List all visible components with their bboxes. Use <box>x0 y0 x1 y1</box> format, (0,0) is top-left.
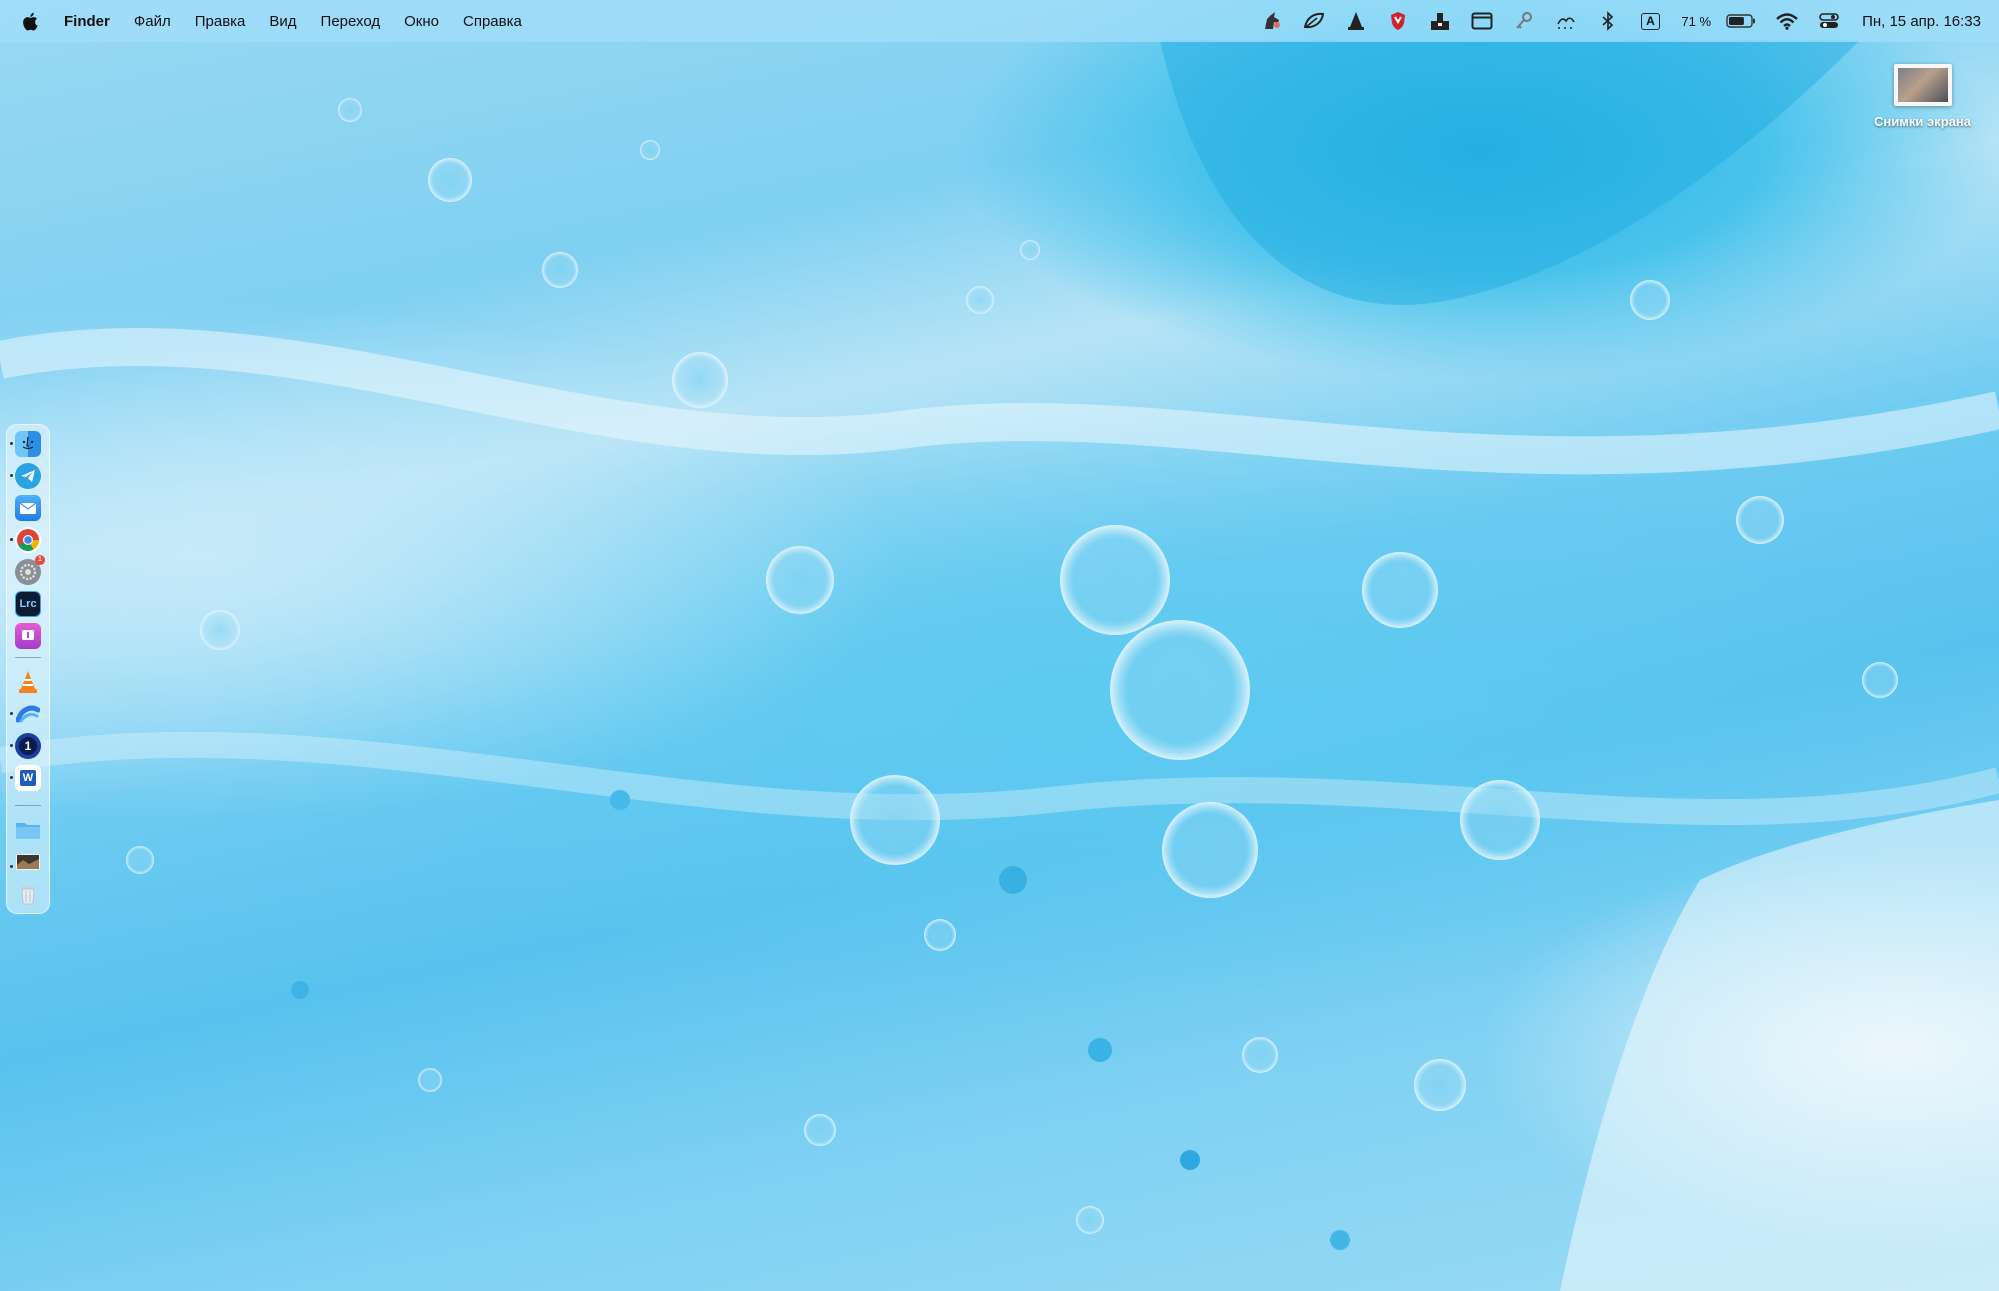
menu-clock[interactable]: Пн, 15 апр. 16:33 <box>1862 13 1981 30</box>
dock-speeko-icon[interactable] <box>15 623 41 649</box>
dock-photos-stack-icon[interactable] <box>15 849 41 875</box>
leaf-icon[interactable] <box>1302 9 1326 33</box>
dock-vlc-icon[interactable] <box>15 669 41 695</box>
input-source-label: A <box>1641 12 1660 30</box>
menu-view[interactable]: Вид <box>269 13 296 30</box>
battery-icon[interactable] <box>1725 9 1757 33</box>
dock-downloads-folder-icon[interactable] <box>15 817 41 843</box>
menu-app-name[interactable]: Finder <box>64 13 110 30</box>
dock: 1 Lrc 1 W <box>6 424 50 914</box>
dock-divider <box>15 805 41 806</box>
menu-left: Finder Файл Правка Вид Переход Окно Спра… <box>0 0 546 42</box>
shield-icon[interactable] <box>1386 9 1410 33</box>
dock-mail-icon[interactable] <box>15 495 41 521</box>
menu-file[interactable]: Файл <box>134 13 171 30</box>
dock-arc-icon[interactable] <box>15 701 41 727</box>
running-indicator <box>10 474 13 477</box>
desktop[interactable]: Finder Файл Правка Вид Переход Окно Спра… <box>0 0 1999 1291</box>
running-indicator <box>10 538 13 541</box>
key-icon[interactable] <box>1512 9 1536 33</box>
running-indicator <box>10 712 13 715</box>
wifi-icon[interactable] <box>1775 9 1799 33</box>
screenshot-thumbnail <box>1893 64 1952 106</box>
dock-1password-icon[interactable]: 1 <box>15 733 41 759</box>
menu-window[interactable]: Окно <box>404 13 439 30</box>
dock-word-icon[interactable]: W <box>15 765 41 791</box>
wallpaper <box>0 40 1999 1291</box>
desktop-folder-screenshots[interactable]: Снимки экрана <box>1855 64 1990 129</box>
ranger-icon[interactable] <box>1344 9 1368 33</box>
1password-label: 1 <box>24 739 32 753</box>
control-center-icon[interactable] <box>1817 9 1841 33</box>
menu-help[interactable]: Справка <box>463 13 522 30</box>
running-indicator <box>10 865 13 868</box>
desktop-folder-label: Снимки экрана <box>1874 114 1971 129</box>
download-tray-icon[interactable] <box>1428 9 1452 33</box>
running-indicator <box>10 744 13 747</box>
dock-telegram-icon[interactable] <box>15 463 41 489</box>
dock-finder-icon[interactable] <box>15 431 41 457</box>
weather-icon[interactable] <box>1554 9 1578 33</box>
lightroom-label: Lrc <box>19 598 37 610</box>
running-indicator <box>10 442 13 445</box>
dock-lightroom-icon[interactable]: Lrc <box>15 591 41 617</box>
dock-chrome-icon[interactable] <box>15 527 41 553</box>
dock-trash-icon[interactable] <box>15 881 41 907</box>
bluetooth-icon[interactable] <box>1596 9 1620 33</box>
word-label: W <box>22 772 34 784</box>
input-source-icon[interactable]: A <box>1638 9 1662 33</box>
running-indicator <box>10 776 13 779</box>
battery-percent[interactable]: 71 % <box>1681 14 1711 29</box>
menu-go[interactable]: Переход <box>321 13 381 30</box>
unicorn-icon[interactable] <box>1260 9 1284 33</box>
dock-divider <box>15 657 41 658</box>
menu-edit[interactable]: Правка <box>195 13 246 30</box>
window-icon[interactable] <box>1470 9 1494 33</box>
status-menus: A 71 % Пн, 15 апр. 16:33 <box>1251 0 1981 42</box>
apple-logo-icon[interactable] <box>22 11 40 31</box>
settings-badge: 1 <box>35 555 45 565</box>
dock-settings-icon[interactable]: 1 <box>15 555 45 585</box>
menu-bar: Finder Файл Правка Вид Переход Окно Спра… <box>0 0 1999 42</box>
